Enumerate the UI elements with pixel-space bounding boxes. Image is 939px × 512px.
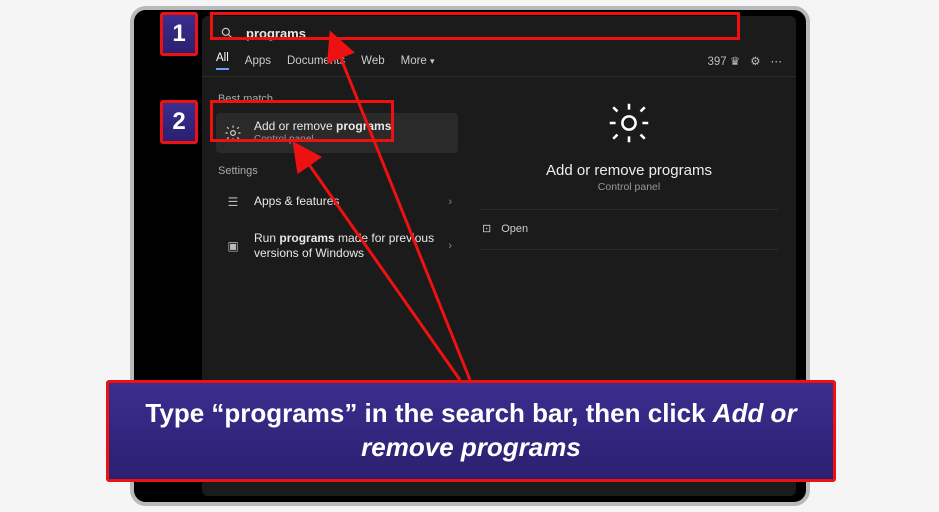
step-badge-1: 1 xyxy=(160,12,198,56)
gear-icon xyxy=(222,122,244,144)
result-best-match[interactable]: Add or remove programs Control panel xyxy=(216,113,458,153)
tab-more[interactable]: More ▾ xyxy=(401,55,435,67)
open-label: Open xyxy=(501,223,528,235)
app-icon: ▣ xyxy=(222,235,244,257)
more-icon[interactable]: ⋯ xyxy=(771,54,783,68)
step-badge-2: 2 xyxy=(160,100,198,144)
tab-all[interactable]: All xyxy=(216,52,229,70)
result-title: Add or remove programs xyxy=(254,119,452,134)
instruction-text: Type “programs” in the search bar, then … xyxy=(145,398,712,428)
results-body: Best match Add or remove programs Contro… xyxy=(202,77,796,265)
preview-subtitle: Control panel xyxy=(598,181,660,193)
chevron-right-icon: › xyxy=(448,196,452,208)
section-settings: Settings xyxy=(218,165,458,177)
chevron-down-icon: ▾ xyxy=(430,56,435,66)
rewards-count[interactable]: 397 ♛ xyxy=(707,54,740,68)
result-title: Run programs made for previous versions … xyxy=(254,231,438,261)
search-icon xyxy=(216,22,238,44)
divider xyxy=(480,209,778,210)
open-icon: ⊡ xyxy=(482,222,491,235)
section-best-match: Best match xyxy=(218,93,458,105)
result-title: Apps & features xyxy=(254,194,438,209)
list-icon: ☰ xyxy=(222,191,244,213)
preview-title: Add or remove programs xyxy=(546,162,712,179)
filter-tabs: All Apps Documents Web More ▾ 397 ♛ ⚙ ⋯ xyxy=(202,46,796,77)
instruction-banner: Type “programs” in the search bar, then … xyxy=(106,380,836,482)
options-icon[interactable]: ⚙ xyxy=(750,54,760,68)
preview-pane: Add or remove programs Control panel ⊡ O… xyxy=(462,77,796,265)
tab-documents[interactable]: Documents xyxy=(287,55,345,67)
chevron-right-icon: › xyxy=(448,240,452,252)
search-bar xyxy=(202,16,796,46)
results-list: Best match Add or remove programs Contro… xyxy=(202,77,462,265)
divider xyxy=(480,249,778,250)
tab-web[interactable]: Web xyxy=(361,55,384,67)
result-subtitle: Control panel xyxy=(254,134,452,147)
gear-icon-large xyxy=(607,101,651,148)
open-button[interactable]: ⊡ Open xyxy=(480,218,530,239)
result-compat-troubleshooter[interactable]: ▣ Run programs made for previous version… xyxy=(216,225,458,266)
result-apps-features[interactable]: ☰ Apps & features › xyxy=(216,185,458,219)
search-input[interactable] xyxy=(246,26,782,41)
tab-apps[interactable]: Apps xyxy=(245,55,271,67)
trophy-icon: ♛ xyxy=(730,56,740,68)
